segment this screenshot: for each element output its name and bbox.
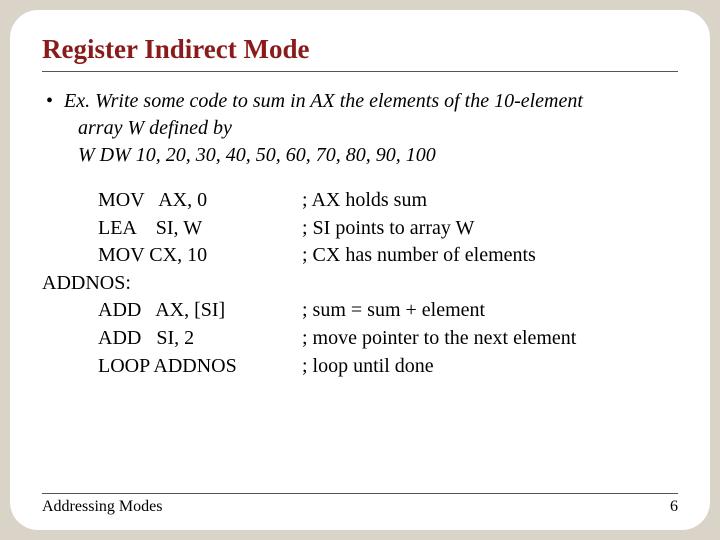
code-label: ADDNOS:	[42, 270, 302, 298]
example-prompt: • Ex. Write some code to sum in AX the e…	[42, 88, 678, 169]
prompt-line-1: Ex. Write some code to sum in AX the ele…	[64, 90, 583, 112]
slide: Register Indirect Mode • Ex. Write some …	[10, 10, 710, 530]
code-comment: ; AX holds sum	[302, 187, 678, 215]
code-comment: ; SI points to array W	[302, 215, 678, 243]
code-instruction: ADD SI, 2	[42, 325, 302, 353]
code-row: ADDNOS:	[42, 270, 678, 298]
page-number: 6	[670, 498, 678, 516]
code-row: ADD AX, [SI] ; sum = sum + element	[42, 297, 678, 325]
prompt-line-2: array W defined by	[64, 115, 678, 142]
code-comment: ; move pointer to the next element	[302, 325, 678, 353]
code-comment: ; loop until done	[302, 353, 678, 381]
bullet-icon: •	[46, 88, 53, 115]
code-instruction: LOOP ADDNOS	[42, 353, 302, 381]
footer: Addressing Modes 6	[42, 493, 678, 516]
code-comment: ; CX has number of elements	[302, 242, 678, 270]
footer-title: Addressing Modes	[42, 498, 162, 516]
code-instruction: MOV CX, 10	[42, 242, 302, 270]
prompt-line-3: W DW 10, 20, 30, 40, 50, 60, 70, 80, 90,…	[64, 142, 678, 169]
code-block: MOV AX, 0 ; AX holds sum LEA SI, W ; SI …	[42, 187, 678, 380]
code-row: ADD SI, 2 ; move pointer to the next ele…	[42, 325, 678, 353]
code-comment: ; sum = sum + element	[302, 297, 678, 325]
code-instruction: MOV AX, 0	[42, 187, 302, 215]
code-row: MOV AX, 0 ; AX holds sum	[42, 187, 678, 215]
code-row: LOOP ADDNOS ; loop until done	[42, 353, 678, 381]
code-row: LEA SI, W ; SI points to array W	[42, 215, 678, 243]
code-instruction: ADD AX, [SI]	[42, 297, 302, 325]
code-instruction: LEA SI, W	[42, 215, 302, 243]
code-comment	[302, 270, 678, 298]
page-title: Register Indirect Mode	[42, 34, 678, 72]
code-row: MOV CX, 10 ; CX has number of elements	[42, 242, 678, 270]
